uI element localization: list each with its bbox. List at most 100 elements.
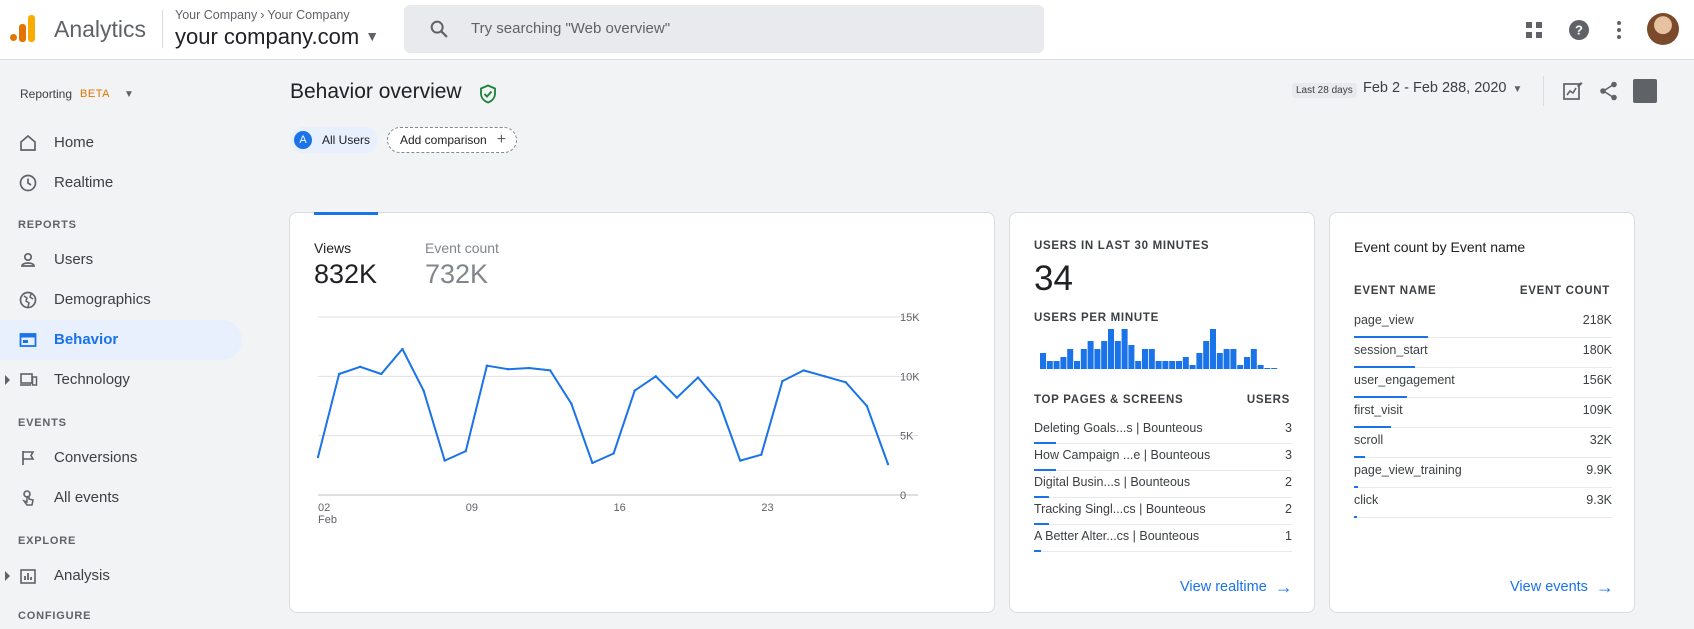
minute-bar[interactable] bbox=[1196, 353, 1203, 369]
data-point[interactable] bbox=[886, 462, 890, 466]
data-point[interactable] bbox=[823, 375, 826, 378]
sidebar-item-behavior[interactable]: Behavior bbox=[0, 320, 242, 360]
minute-bar[interactable] bbox=[1264, 368, 1271, 369]
avatar[interactable] bbox=[1647, 13, 1679, 45]
minute-bar[interactable] bbox=[1223, 349, 1230, 369]
minute-bar[interactable] bbox=[1155, 361, 1162, 369]
data-point[interactable] bbox=[654, 375, 657, 378]
minute-bar[interactable] bbox=[1121, 329, 1128, 369]
more-vert-icon[interactable] bbox=[1607, 18, 1631, 42]
help-icon[interactable]: ? bbox=[1567, 18, 1591, 42]
rt-row[interactable]: Tracking Singl...cs | Bounteous 2 bbox=[1034, 496, 1292, 525]
minute-bar[interactable] bbox=[1135, 361, 1142, 369]
metric-tab-event-count[interactable]: Event count bbox=[425, 240, 499, 256]
minute-bar[interactable] bbox=[1237, 365, 1244, 369]
breadcrumb-property[interactable]: Your Company bbox=[267, 8, 349, 22]
data-point[interactable] bbox=[443, 459, 446, 462]
metric-tab-views[interactable]: Views bbox=[314, 240, 351, 256]
customize-report-icon[interactable] bbox=[1562, 80, 1584, 102]
search-bar[interactable]: Try searching "Web overview" bbox=[404, 5, 1044, 53]
data-point[interactable] bbox=[865, 404, 869, 408]
minute-bar[interactable] bbox=[1203, 341, 1210, 369]
minute-bar[interactable] bbox=[1053, 361, 1060, 369]
minute-bar[interactable] bbox=[1087, 341, 1094, 369]
minute-bar[interactable] bbox=[1257, 365, 1264, 369]
sidebar-item-realtime[interactable]: Realtime bbox=[0, 163, 242, 203]
sidebar-item-technology[interactable]: Technology bbox=[0, 360, 242, 400]
minute-bar[interactable] bbox=[1244, 357, 1250, 369]
view-realtime-link[interactable]: View realtime → bbox=[1180, 578, 1293, 596]
date-range-picker[interactable]: Feb 2 - Feb 288, 2020 ▼ bbox=[1363, 80, 1522, 96]
ev-row[interactable]: click 9.3K bbox=[1354, 486, 1612, 518]
minute-bar[interactable] bbox=[1162, 361, 1169, 369]
sidebar-item-users[interactable]: Users bbox=[0, 240, 242, 280]
minute-bar[interactable] bbox=[1182, 357, 1189, 369]
ev-row[interactable]: scroll 32K bbox=[1354, 426, 1612, 458]
minute-bar[interactable] bbox=[1074, 361, 1080, 369]
data-point[interactable] bbox=[802, 369, 805, 372]
insights-icon[interactable] bbox=[1633, 79, 1657, 103]
expand-arrow-icon[interactable] bbox=[5, 375, 10, 385]
reporting-selector[interactable]: Reporting BETA ▼ bbox=[20, 87, 134, 101]
sidebar-item-analysis[interactable]: Analysis bbox=[0, 556, 242, 596]
data-point[interactable] bbox=[527, 366, 531, 370]
data-point[interactable] bbox=[506, 368, 510, 371]
users-per-minute-chart[interactable] bbox=[1034, 327, 1294, 369]
ev-row[interactable]: page_view 218K bbox=[1354, 306, 1612, 338]
ev-row[interactable]: page_view_training 9.9K bbox=[1354, 456, 1612, 488]
minute-bar[interactable] bbox=[1128, 345, 1135, 369]
data-point[interactable] bbox=[675, 396, 679, 399]
minute-bar[interactable] bbox=[1108, 329, 1114, 369]
data-point[interactable] bbox=[696, 376, 700, 379]
data-point[interactable] bbox=[717, 401, 721, 404]
view-events-link[interactable]: View events → bbox=[1510, 578, 1614, 596]
analytics-logo-icon[interactable] bbox=[10, 14, 36, 44]
minute-bar[interactable] bbox=[1250, 349, 1257, 369]
data-point[interactable] bbox=[464, 449, 467, 453]
sidebar-item-home[interactable]: Home bbox=[0, 123, 242, 163]
data-point[interactable] bbox=[380, 372, 383, 376]
ev-row[interactable]: user_engagement 156K bbox=[1354, 366, 1612, 398]
ev-row[interactable]: session_start 180K bbox=[1354, 336, 1612, 368]
data-point[interactable] bbox=[337, 372, 341, 376]
minute-bar[interactable] bbox=[1040, 353, 1046, 369]
data-point[interactable] bbox=[316, 455, 320, 459]
series-line[interactable] bbox=[317, 348, 889, 465]
views-line-chart[interactable]: 15K 10K 5K 0 02 09 16 23 Feb bbox=[290, 313, 994, 573]
sidebar-item-conversions[interactable]: Conversions bbox=[0, 438, 242, 478]
minute-bar[interactable] bbox=[1114, 341, 1121, 369]
data-point[interactable] bbox=[633, 389, 636, 392]
rt-row[interactable]: Deleting Goals...s | Bounteous 3 bbox=[1034, 415, 1292, 444]
minute-bar[interactable] bbox=[1142, 349, 1148, 369]
data-point[interactable] bbox=[612, 452, 615, 455]
data-point[interactable] bbox=[401, 347, 404, 351]
breadcrumb-account[interactable]: Your Company bbox=[175, 8, 257, 22]
expand-arrow-icon[interactable] bbox=[5, 571, 10, 581]
minute-bar[interactable] bbox=[1230, 349, 1237, 369]
minute-bar[interactable] bbox=[1080, 349, 1087, 369]
data-point[interactable] bbox=[760, 453, 763, 456]
data-point[interactable] bbox=[781, 379, 784, 383]
minute-bar[interactable] bbox=[1210, 329, 1216, 369]
add-comparison-button[interactable]: Add comparison + bbox=[387, 127, 517, 153]
minute-bar[interactable] bbox=[1101, 341, 1108, 369]
data-point[interactable] bbox=[359, 365, 362, 369]
data-point[interactable] bbox=[422, 389, 425, 392]
property-selector[interactable]: your company.com ▼ bbox=[175, 24, 379, 50]
data-point[interactable] bbox=[570, 402, 573, 405]
data-point[interactable] bbox=[591, 461, 594, 465]
data-point[interactable] bbox=[844, 381, 847, 384]
minute-bar[interactable] bbox=[1046, 361, 1053, 369]
data-point[interactable] bbox=[549, 369, 552, 372]
rt-row[interactable]: A Better Alter...cs | Bounteous 1 bbox=[1034, 523, 1292, 552]
minute-bar[interactable] bbox=[1216, 353, 1223, 369]
sidebar-item-all-events[interactable]: All events bbox=[0, 478, 242, 518]
rt-row[interactable]: Digital Busin...s | Bounteous 2 bbox=[1034, 469, 1292, 498]
minute-bar[interactable] bbox=[1094, 349, 1101, 369]
share-icon[interactable] bbox=[1598, 80, 1620, 102]
ev-row[interactable]: first_visit 109K bbox=[1354, 396, 1612, 428]
breadcrumb[interactable]: Your Company › Your Company bbox=[175, 8, 350, 22]
minute-bar[interactable] bbox=[1169, 361, 1176, 369]
minute-bar[interactable] bbox=[1148, 349, 1155, 369]
comparison-chip-all-users[interactable]: A All Users bbox=[290, 127, 378, 153]
